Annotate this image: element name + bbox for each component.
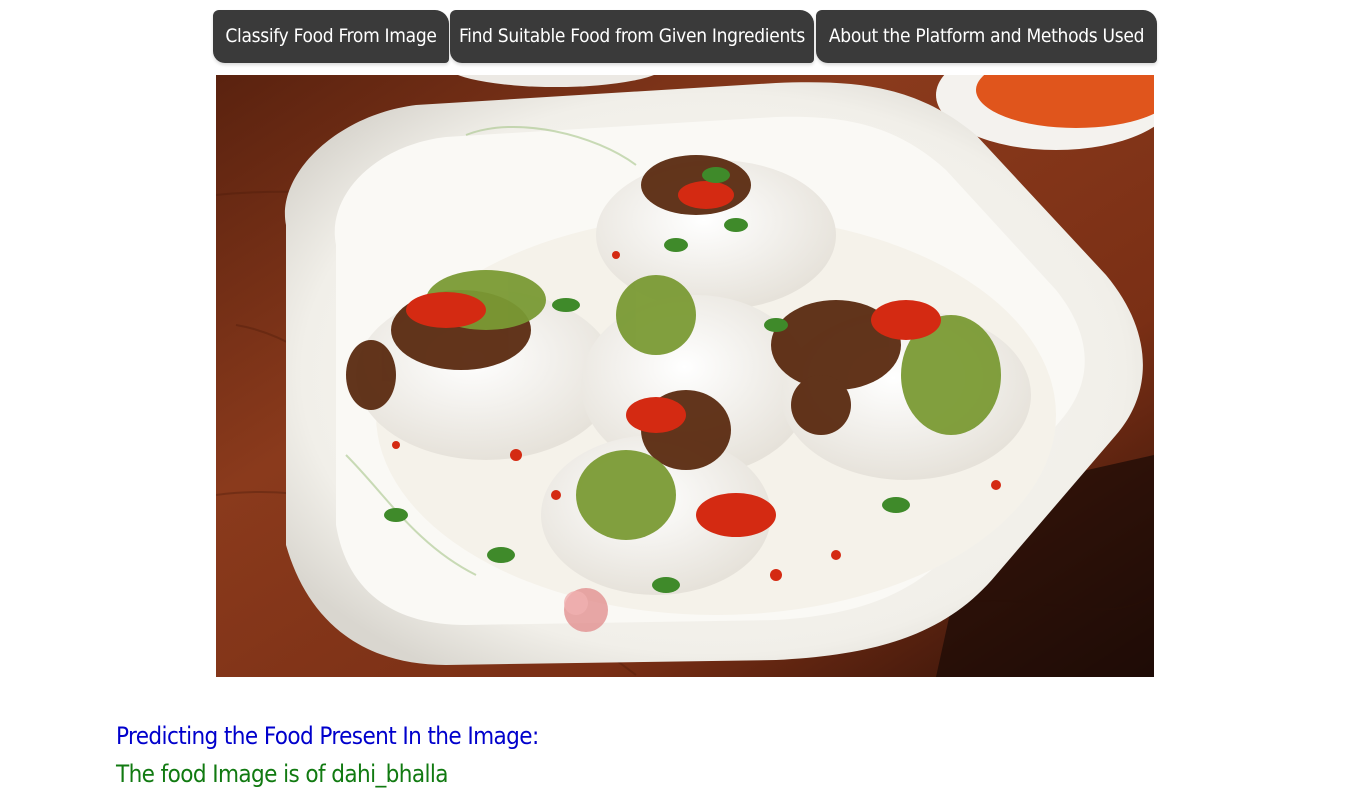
food-photo-illustration <box>216 75 1154 677</box>
prediction-text: The food Image is of dahi_bhalla <box>116 760 449 788</box>
classify-food-from-image-button[interactable]: Classify Food From Image <box>213 10 449 63</box>
food-image <box>216 75 1154 677</box>
about-platform-button[interactable]: About the Platform and Methods Used <box>816 10 1157 63</box>
prediction-result: Predicting the Food Present In the Image… <box>116 718 1016 794</box>
result-heading: Predicting the Food Present In the Image… <box>116 722 539 750</box>
top-navigation: Classify Food From Image Find Suitable F… <box>212 10 1157 64</box>
find-food-from-ingredients-button[interactable]: Find Suitable Food from Given Ingredient… <box>450 10 814 63</box>
